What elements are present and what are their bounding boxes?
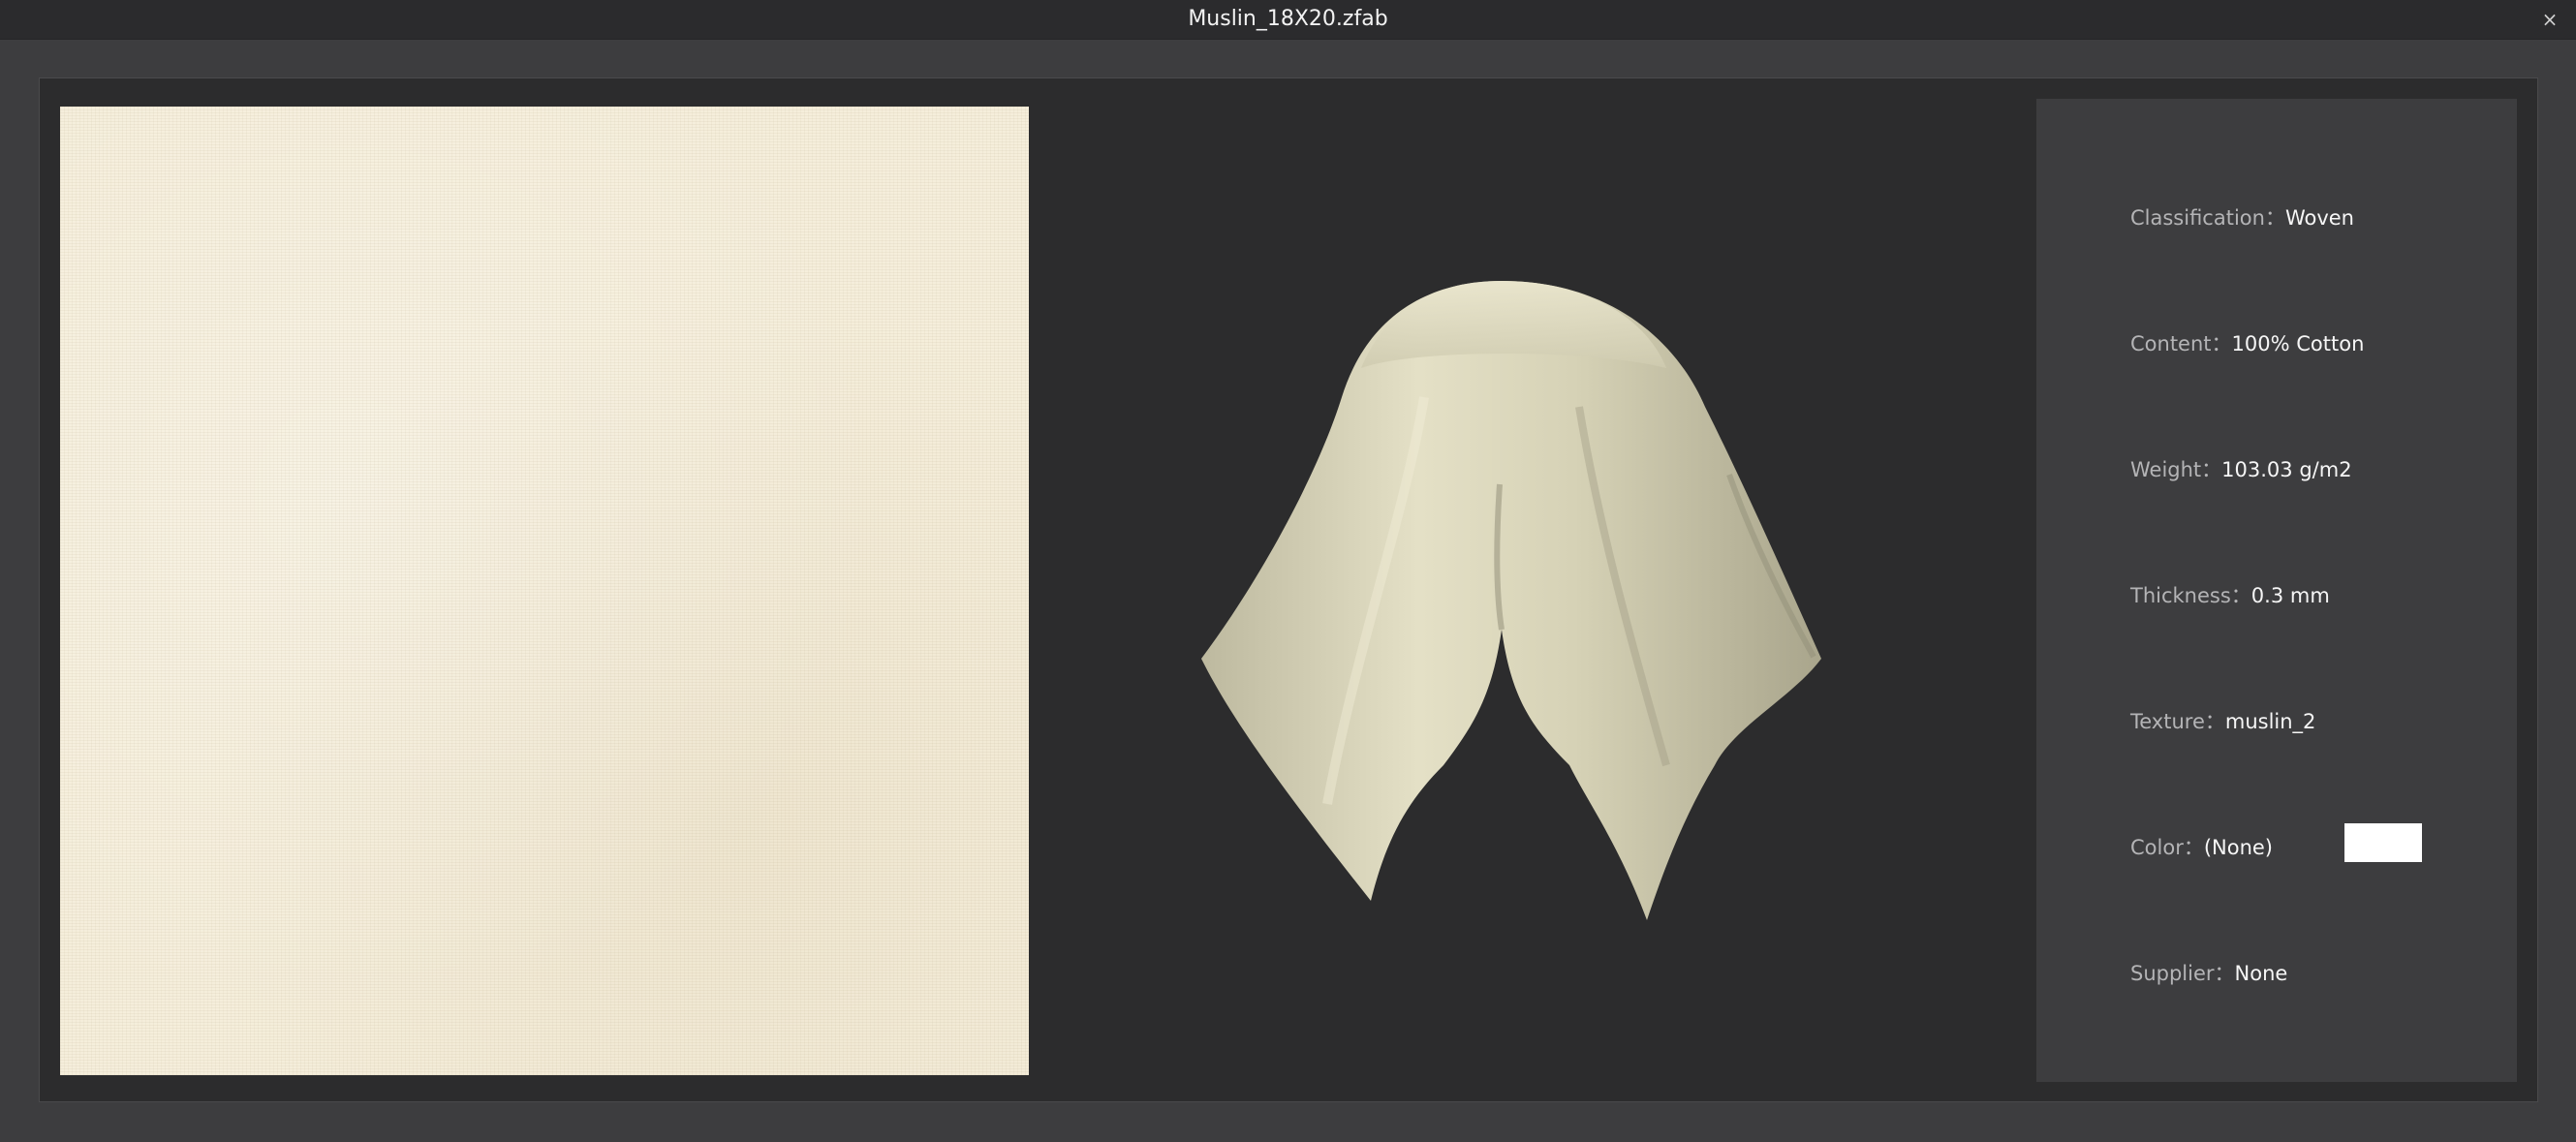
thickness-value: 0.3 mm — [2250, 584, 2330, 607]
thickness-label: Thickness： — [2130, 584, 2251, 607]
content-row: Content：100% Cotton — [2130, 328, 2364, 357]
classification-value: Woven — [2284, 206, 2354, 230]
close-icon[interactable]: × — [2537, 0, 2562, 39]
supplier-label: Supplier： — [2130, 962, 2235, 985]
fabric-texture-swatch — [60, 107, 1029, 1075]
classification-label: Classification： — [2130, 206, 2285, 230]
weight-label: Weight： — [2130, 458, 2222, 481]
title-bar: Muslin_18X20.zfab × — [0, 0, 2576, 40]
weight-row: Weight：103.03 g/m2 — [2130, 454, 2352, 483]
content-value: 100% Cotton — [2231, 332, 2365, 355]
thickness-row: Thickness：0.3 mm — [2130, 580, 2330, 609]
texture-label: Texture： — [2130, 710, 2225, 733]
weight-value: 103.03 g/m2 — [2221, 458, 2352, 481]
fabric-drape-preview — [1201, 281, 1821, 920]
color-row: Color：(None) — [2130, 832, 2273, 861]
window-title: Muslin_18X20.zfab — [1188, 7, 1388, 31]
color-chip[interactable] — [2344, 823, 2422, 862]
color-value: (None) — [2203, 836, 2274, 859]
texture-value: muslin_2 — [2224, 710, 2316, 733]
color-label: Color： — [2130, 836, 2204, 859]
supplier-value: None — [2234, 962, 2288, 985]
content-label: Content： — [2130, 332, 2232, 355]
supplier-row: Supplier：None — [2130, 958, 2287, 987]
texture-row: Texture：muslin_2 — [2130, 706, 2315, 735]
fabric-properties-panel: Classification：Woven Content：100% Cotton… — [2036, 99, 2517, 1082]
classification-row: Classification：Woven — [2130, 202, 2354, 231]
